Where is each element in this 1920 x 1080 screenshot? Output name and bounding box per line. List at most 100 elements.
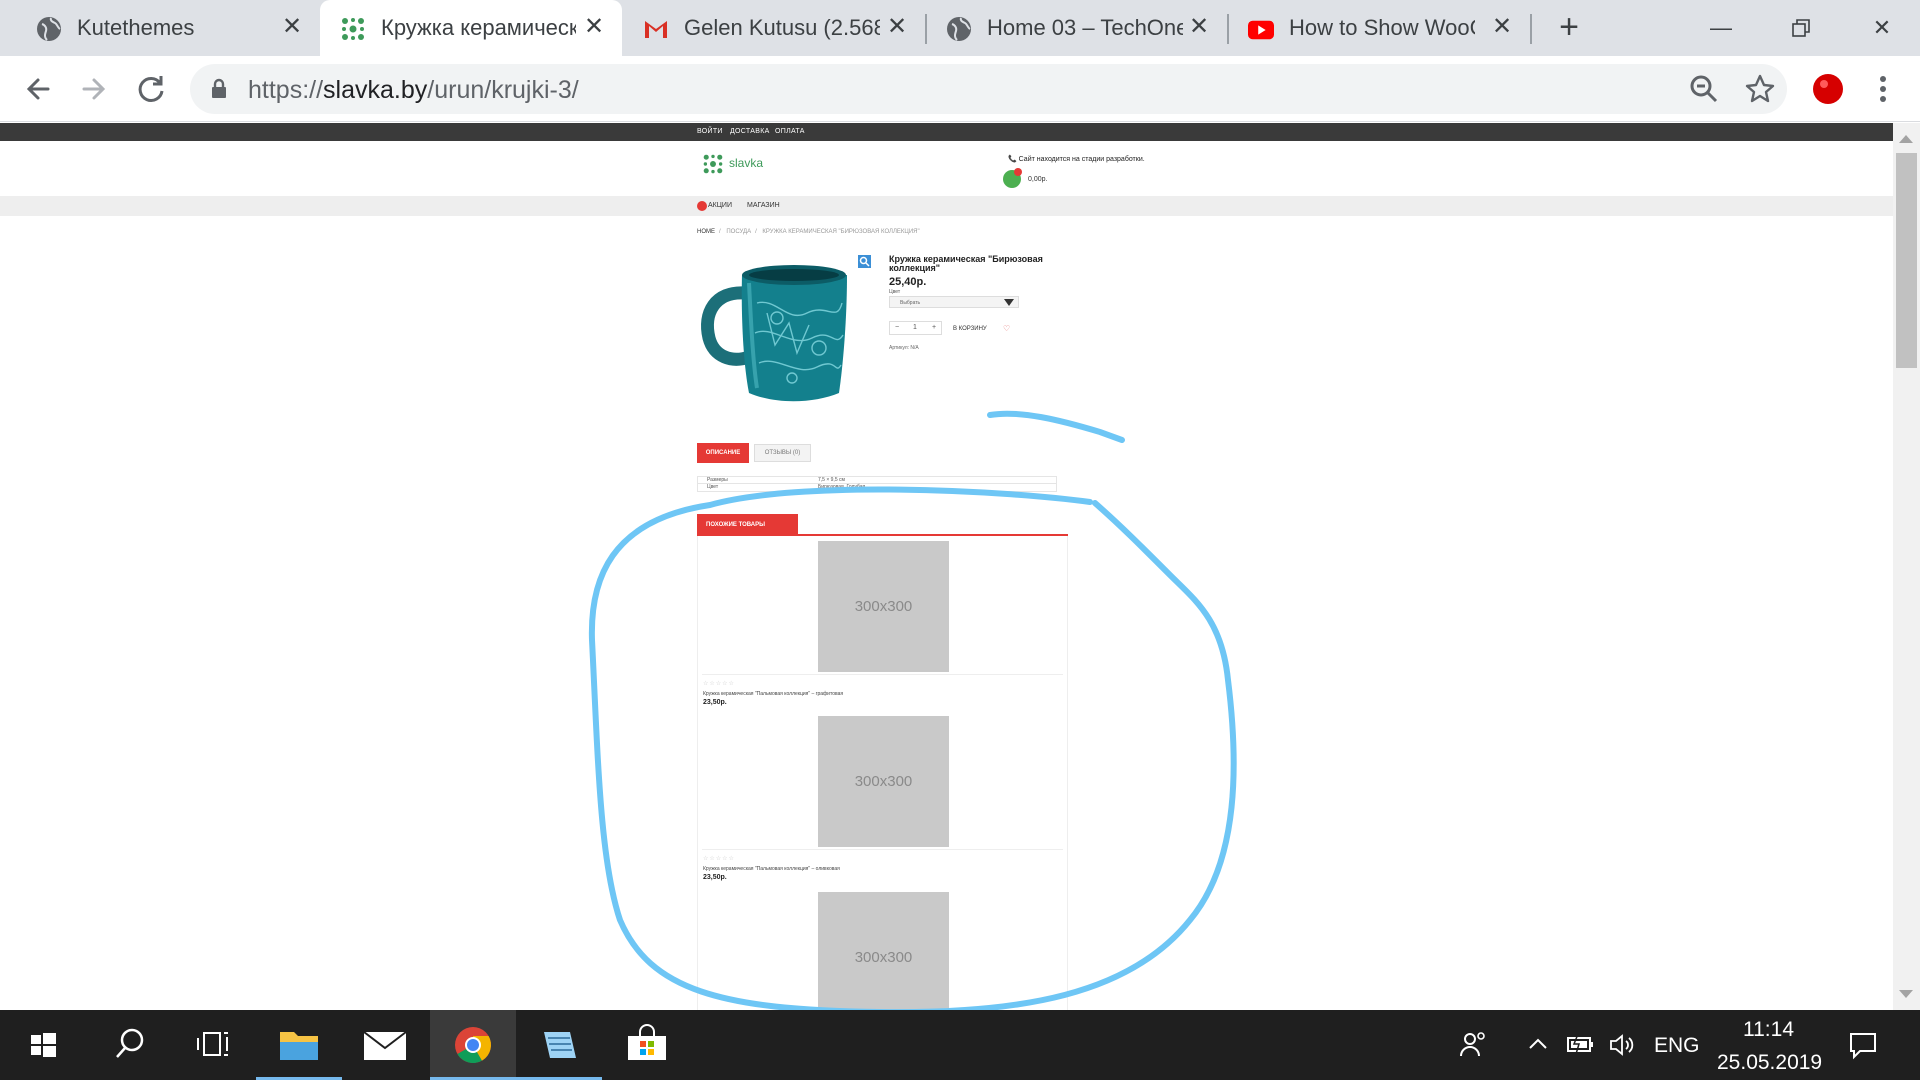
page-scrollbar[interactable] — [1893, 123, 1920, 1010]
new-tab-button[interactable]: + — [1552, 10, 1586, 45]
product-image[interactable] — [697, 253, 862, 408]
related-products-title: ПОХОЖИЕ ТОВАРЫ — [697, 514, 798, 536]
restore-button[interactable] — [1781, 8, 1821, 48]
login-link[interactable]: ВОЙТИ — [697, 128, 723, 135]
start-button[interactable] — [0, 1010, 86, 1080]
qty-value[interactable]: 1 — [913, 324, 917, 331]
taskbar-store[interactable] — [604, 1010, 690, 1080]
scroll-down-arrow-icon[interactable] — [1899, 990, 1913, 998]
product-title: Кружка керамическая "Бирюзовая коллекция… — [889, 254, 1043, 273]
site-logo-icon[interactable] — [702, 153, 724, 175]
zoom-icon[interactable] — [1684, 69, 1724, 109]
tab-separator — [1530, 14, 1532, 44]
store-bag-icon — [628, 1024, 666, 1060]
back-icon[interactable] — [18, 69, 58, 109]
window-close-button[interactable]: ✕ — [1862, 8, 1902, 48]
forward-icon[interactable] — [74, 69, 114, 109]
taskbar-chrome[interactable] — [430, 1010, 516, 1080]
nav-promo[interactable]: АКЦИИ — [708, 202, 732, 209]
product-price: 25,40р. — [889, 276, 927, 288]
color-select[interactable]: Выбрать — [889, 296, 1019, 308]
slavka-logo-icon — [342, 18, 364, 40]
browser-tab-strip: Kutethemes ✕ Кружка керамическ ✕ Gelen K… — [0, 0, 1920, 56]
taskbar-search-button[interactable] — [86, 1010, 172, 1080]
rating-stars: ☆☆☆☆☆ — [703, 681, 735, 687]
tab-title: Gelen Kutusu (2.568) — [684, 15, 880, 40]
notifications-icon[interactable] — [1848, 1030, 1878, 1060]
product-placeholder-image[interactable]: 300x300 — [818, 892, 949, 1010]
task-view-button[interactable] — [172, 1010, 258, 1080]
image-zoom-button[interactable] — [858, 255, 871, 268]
quantity-stepper[interactable]: − 1 + — [889, 321, 942, 335]
tab-title: Кружка керамическ — [381, 15, 576, 40]
clock-time[interactable]: 11:14 — [1743, 1018, 1794, 1042]
site-topbar: ВОЙТИ ДОСТАВКА ОПЛАТА — [0, 123, 1893, 141]
taskbar-notepad-app[interactable] — [516, 1010, 602, 1080]
product-placeholder-image[interactable]: 300x300 — [818, 716, 949, 847]
add-to-cart-button[interactable]: В КОРЗИНУ — [953, 326, 987, 332]
tab-title: How to Show WooC — [1289, 15, 1475, 40]
attribute-row: Размеры 7,5 × 9,5 см — [697, 476, 1057, 484]
browser-tab-kutethemes[interactable]: Kutethemes ✕ — [0, 0, 318, 56]
qty-minus-button[interactable]: − — [895, 324, 899, 331]
payment-link[interactable]: ОПЛАТА — [775, 128, 805, 135]
taskbar-mail[interactable] — [342, 1010, 428, 1080]
address-bar[interactable]: https://slavka.by/urun/krujki-3/ — [190, 64, 1787, 114]
tab-reviews[interactable]: ОТЗЫВЫ (0) — [754, 444, 811, 462]
close-icon[interactable]: ✕ — [1184, 12, 1214, 42]
people-icon[interactable] — [1458, 1028, 1490, 1060]
folder-icon — [280, 1032, 318, 1060]
tab-description[interactable]: ОПИСАНИЕ — [697, 443, 749, 463]
chevron-up-icon[interactable] — [1527, 1034, 1549, 1054]
browser-toolbar: https://slavka.by/urun/krujki-3/ — [0, 56, 1920, 122]
site-logo-text[interactable]: slavka — [729, 156, 763, 170]
breadcrumb-category[interactable]: ПОСУДА — [726, 229, 751, 235]
product-placeholder-image[interactable]: 300x300 — [818, 541, 949, 672]
minimize-button[interactable]: — — [1701, 8, 1741, 48]
browser-tab-techone[interactable]: Home 03 – TechOne ✕ — [927, 0, 1227, 56]
gmail-icon — [645, 21, 667, 38]
menu-dots-icon[interactable] — [1863, 69, 1903, 109]
browser-tab-slavka[interactable]: Кружка керамическ ✕ — [320, 0, 622, 56]
related-products-header: ПОХОЖИЕ ТОВАРЫ — [697, 514, 1068, 536]
related-product-name[interactable]: Кружка керамическая "Пальмовая коллекция… — [703, 866, 840, 872]
qty-plus-button[interactable]: + — [932, 324, 936, 331]
close-icon[interactable]: ✕ — [882, 12, 912, 42]
scroll-thumb[interactable] — [1896, 153, 1917, 368]
promo-icon — [697, 201, 707, 211]
url-text: https://slavka.by/urun/krujki-3/ — [248, 76, 579, 104]
browser-tab-gmail[interactable]: Gelen Kutusu (2.568) ✕ — [624, 0, 926, 56]
related-product-price: 23,50р. — [703, 699, 727, 706]
related-products-list: 300x300 ☆☆☆☆☆ Кружка керамическая "Пальм… — [697, 536, 1068, 1010]
cart-badge — [1014, 168, 1022, 176]
close-icon[interactable]: ✕ — [277, 12, 307, 42]
close-icon[interactable]: ✕ — [1487, 12, 1517, 42]
breadcrumb-current: КРУЖКА КЕРАМИЧЕСКАЯ "БИРЮЗОВАЯ КОЛЛЕКЦИЯ… — [762, 229, 920, 235]
taskbar-file-explorer[interactable] — [256, 1010, 342, 1080]
reload-icon[interactable] — [131, 69, 171, 109]
delivery-link[interactable]: ДОСТАВКА — [730, 128, 770, 135]
attribute-row: Цвет Бирюзовая, Голубая — [697, 484, 1057, 492]
page-viewport: ВОЙТИ ДОСТАВКА ОПЛАТА slavka 📞 Сайт нахо… — [0, 123, 1893, 1010]
close-icon[interactable]: ✕ — [579, 12, 609, 42]
cart-total[interactable]: 0,00р. — [1028, 176, 1047, 183]
input-language[interactable]: ENG — [1654, 1034, 1700, 1058]
screen: Kutethemes ✕ Кружка керамическ ✕ Gelen K… — [0, 0, 1920, 1080]
dev-notice: 📞 Сайт находится на стадии разработки. — [1008, 156, 1145, 163]
breadcrumb-home[interactable]: HOME — [697, 229, 715, 235]
color-label: Цвет — [889, 289, 901, 295]
clock-date[interactable]: 25.05.2019 — [1717, 1051, 1822, 1075]
nav-shop[interactable]: МАГАЗИН — [747, 202, 780, 209]
scroll-up-arrow-icon[interactable] — [1899, 135, 1913, 143]
bookmark-star-icon[interactable] — [1740, 69, 1780, 109]
related-product-price: 23,50р. — [703, 874, 727, 881]
wishlist-heart-icon[interactable]: ♡ — [1003, 324, 1010, 333]
browser-tab-youtube[interactable]: How to Show WooC ✕ — [1229, 0, 1531, 56]
profile-avatar-icon[interactable] — [1808, 69, 1848, 109]
main-nav: АКЦИИ МАГАЗИН — [0, 196, 1893, 216]
volume-icon[interactable] — [1608, 1032, 1638, 1058]
rating-stars: ☆☆☆☆☆ — [703, 856, 735, 862]
task-view-icon — [197, 1032, 228, 1056]
related-product-name[interactable]: Кружка керамическая "Пальмовая коллекция… — [703, 691, 843, 697]
battery-icon[interactable] — [1566, 1032, 1596, 1056]
